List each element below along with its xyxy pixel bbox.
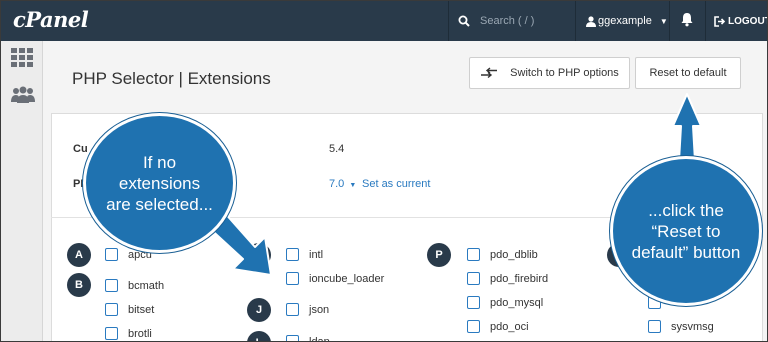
callout-bubble-left: If no extensions are selected... xyxy=(83,113,236,253)
screenshot-frame: cPanel Search ( / ) ggexample ▼ LOGOUT P… xyxy=(0,0,768,342)
callout-arrow-right xyxy=(672,93,702,162)
callout-bubble-right: ...click the “Reset to default” button xyxy=(610,156,762,306)
